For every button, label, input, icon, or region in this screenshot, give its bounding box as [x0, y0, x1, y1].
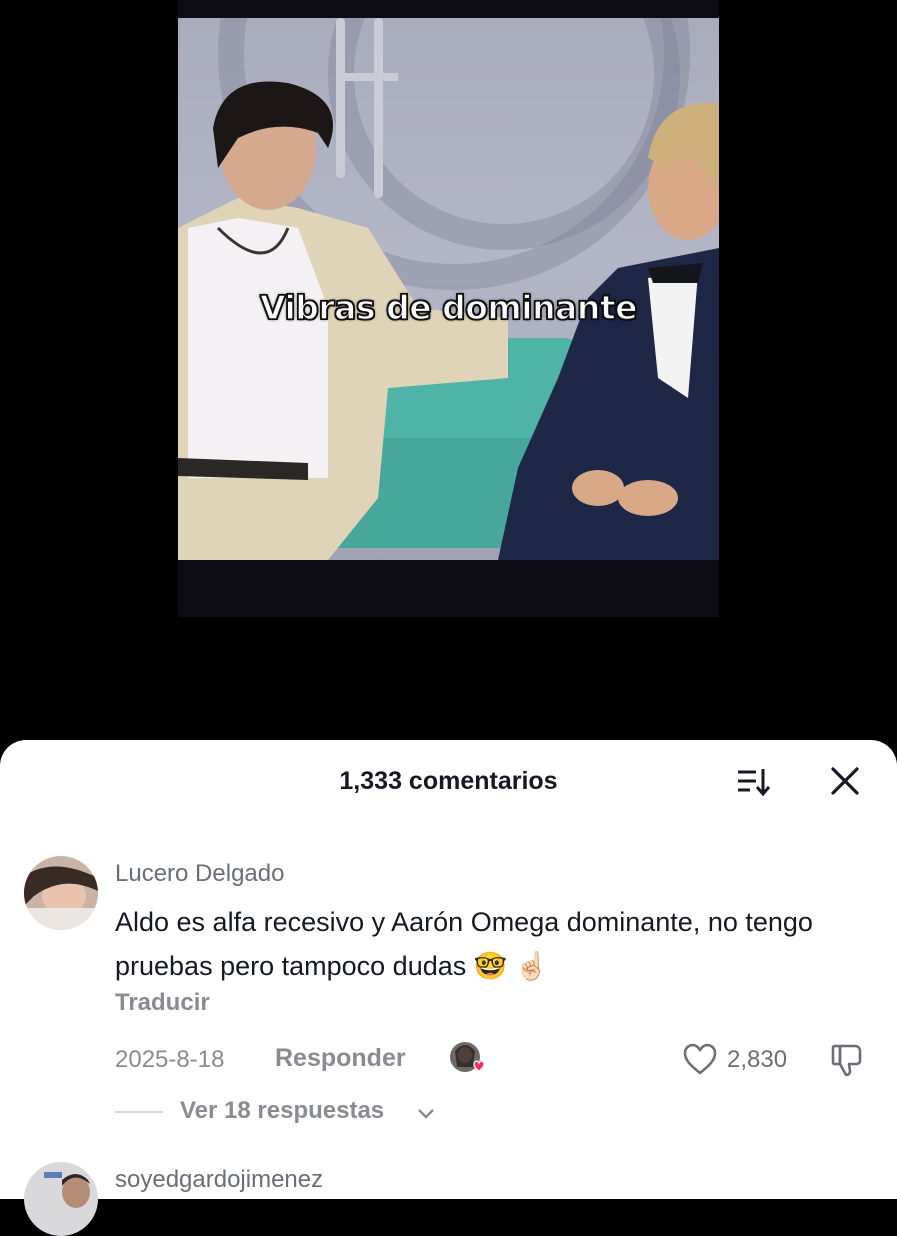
comments-sheet: 1,333 comentarios Lucero Delgado Aldo es… — [0, 740, 897, 1236]
translate-link[interactable]: Traducir — [115, 989, 210, 1017]
view-replies-button[interactable]: Ver 18 respuestas — [115, 1094, 869, 1130]
like-count: 2,830 — [727, 1046, 788, 1073]
sort-icon[interactable] — [736, 764, 770, 798]
comment-text: Aldo es alfa recesivo y Aarón Omega domi… — [115, 907, 813, 981]
video-frame-image: Vibras de dominante — [178, 18, 719, 560]
reply-button[interactable]: Responder — [275, 1044, 406, 1073]
comment-item: Lucero Delgado Aldo es alfa recesivo y A… — [0, 854, 897, 1144]
comment-username[interactable]: soyedgardojimenez — [115, 1166, 323, 1194]
comment-username[interactable]: Lucero Delgado — [115, 860, 284, 888]
comment-date: 2025-8-18 — [115, 1046, 225, 1073]
comment-item: soyedgardojimenez — [0, 1160, 897, 1236]
comments-header: 1,333 comentarios — [0, 740, 897, 824]
video-caption: Vibras de dominante — [259, 287, 638, 328]
avatar[interactable] — [24, 1162, 98, 1236]
close-icon[interactable] — [828, 764, 862, 798]
replies-divider — [115, 1111, 163, 1113]
chevron-down-icon — [418, 1109, 434, 1119]
dislike-icon[interactable] — [829, 1042, 865, 1078]
creator-liked-icon — [450, 1042, 485, 1073]
avatar[interactable] — [24, 856, 98, 930]
video-player[interactable]: Vibras de dominante — [178, 0, 719, 617]
heart-icon[interactable] — [682, 1042, 718, 1076]
view-replies-label: Ver 18 respuestas — [180, 1097, 385, 1124]
comment-meta: 2025-8-18 Responder 2,830 — [115, 1040, 869, 1080]
